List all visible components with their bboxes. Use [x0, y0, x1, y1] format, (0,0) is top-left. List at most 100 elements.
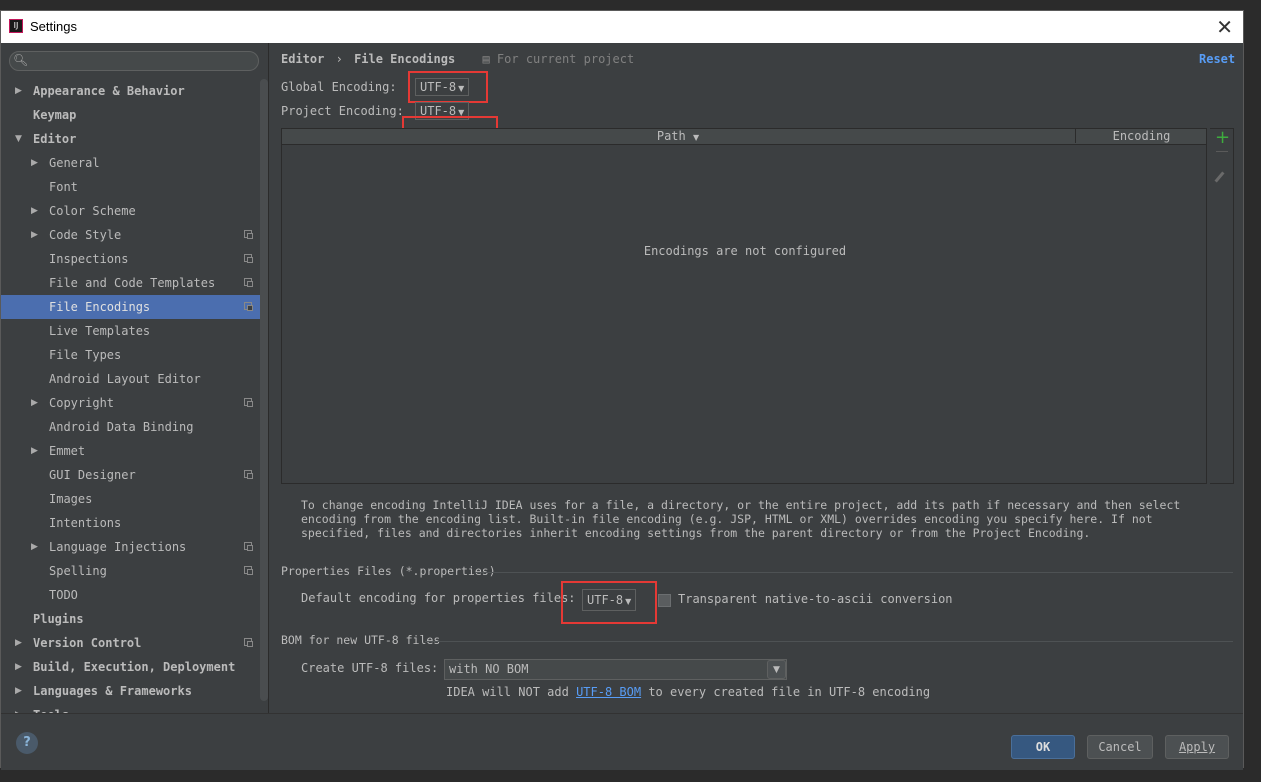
- sidebar-item-label: Inspections: [49, 252, 129, 266]
- sidebar-item-inspections[interactable]: Inspections: [1, 247, 268, 271]
- global-encoding-value: UTF-8: [420, 80, 457, 94]
- utf8-bom-link[interactable]: UTF-8 BOM: [576, 685, 641, 699]
- table-empty-text: Encodings are not configured: [643, 244, 847, 258]
- reset-link[interactable]: Reset: [1199, 52, 1235, 66]
- sidebar-item-build-execution-deployment[interactable]: ▶ Build, Execution, Deployment: [1, 655, 268, 679]
- expand-right-icon[interactable]: ▶: [31, 151, 38, 175]
- breadcrumb: Editor › File Encodings ▤ For current pr…: [281, 52, 634, 66]
- sidebar-item-label: Intentions: [49, 516, 122, 530]
- sidebar-item-label: General: [49, 156, 100, 170]
- sidebar-item-label: Spelling: [49, 564, 107, 578]
- add-icon[interactable]: +: [1215, 127, 1230, 148]
- sidebar-item-version-control[interactable]: ▶ Version Control: [1, 631, 268, 655]
- bom-section-title: BOM for new UTF-8 files: [281, 633, 441, 647]
- bom-note-text: to every created file in UTF-8 encoding: [648, 685, 931, 699]
- encoding-column-header[interactable]: Encoding: [1075, 129, 1207, 143]
- sidebar-item-android-data-binding[interactable]: Android Data Binding: [1, 415, 268, 439]
- properties-encoding-value: UTF-8: [587, 593, 624, 607]
- chevron-down-icon: ▼: [458, 108, 465, 117]
- sidebar-item-live-templates[interactable]: Live Templates: [1, 319, 268, 343]
- project-scope-icon: [244, 566, 253, 575]
- path-column-label: Path: [656, 129, 686, 143]
- sidebar-item-plugins[interactable]: Plugins: [1, 607, 268, 631]
- help-text: To change encoding IntelliJ IDEA uses fo…: [301, 498, 1181, 540]
- window-title: Settings: [30, 19, 77, 34]
- sidebar-item-copyright[interactable]: ▶ Copyright: [1, 391, 268, 415]
- sidebar-item-tools[interactable]: ▶ Tools: [1, 703, 268, 713]
- project-encoding-select[interactable]: UTF-8 ▼: [415, 102, 470, 120]
- sidebar-item-file-and-code-templates[interactable]: File and Code Templates: [1, 271, 268, 295]
- expand-right-icon[interactable]: ▶: [15, 631, 22, 655]
- sidebar-item-label: Editor: [33, 132, 77, 146]
- properties-default-label: Default encoding for properties files:: [301, 591, 576, 605]
- encodings-table: Path ▼ Encoding Encodings are not config…: [281, 128, 1207, 484]
- sidebar-item-font[interactable]: Font: [1, 175, 268, 199]
- sidebar-item-android-layout-editor[interactable]: Android Layout Editor: [1, 367, 268, 391]
- sidebar-scrollbar[interactable]: [260, 79, 268, 701]
- sidebar-item-emmet[interactable]: ▶ Emmet: [1, 439, 268, 463]
- project-scope-icon: [244, 638, 253, 647]
- sidebar-item-general[interactable]: ▶ General: [1, 151, 268, 175]
- global-encoding-select[interactable]: UTF-8 ▼: [415, 78, 470, 96]
- expand-right-icon[interactable]: ▶: [31, 535, 38, 559]
- sidebar-item-code-style[interactable]: ▶ Code Style: [1, 223, 268, 247]
- search-input[interactable]: 🔍︎: [9, 51, 259, 71]
- path-column-header[interactable]: Path ▼: [282, 129, 1074, 145]
- native-to-ascii-checkbox[interactable]: [658, 594, 671, 607]
- cancel-button[interactable]: Cancel: [1087, 735, 1153, 759]
- expand-right-icon[interactable]: ▶: [31, 439, 38, 463]
- sidebar-item-spelling[interactable]: Spelling: [1, 559, 268, 583]
- chevron-down-icon[interactable]: ▼: [767, 660, 786, 679]
- close-icon[interactable]: ✕: [1216, 15, 1233, 39]
- sidebar-item-label: Live Templates: [49, 324, 151, 338]
- bom-select[interactable]: with NO BOM ▼: [444, 659, 787, 680]
- sidebar-item-languages-frameworks[interactable]: ▶ Languages & Frameworks: [1, 679, 268, 703]
- sidebar-item-todo[interactable]: TODO: [1, 583, 268, 607]
- sidebar-item-language-injections[interactable]: ▶ Language Injections: [1, 535, 268, 559]
- native-to-ascii-label: Transparent native-to-ascii conversion: [678, 592, 953, 606]
- settings-dialog: IJ Settings ✕ 🔍︎ ▶ Appearance & Behavior K…: [0, 10, 1244, 770]
- sidebar-item-label: TODO: [49, 588, 78, 602]
- section-divider: [425, 641, 1233, 642]
- sidebar-item-label: Images: [49, 492, 93, 506]
- sidebar-item-keymap[interactable]: Keymap: [1, 103, 268, 127]
- sidebar-item-editor[interactable]: ▼ Editor: [1, 127, 268, 151]
- create-files-label: Create UTF-8 files:: [301, 661, 439, 675]
- ok-button[interactable]: OK: [1011, 735, 1075, 759]
- expand-right-icon[interactable]: ▶: [15, 79, 22, 103]
- sidebar-item-appearance-behavior[interactable]: ▶ Appearance & Behavior: [1, 79, 268, 103]
- sidebar-item-label: Android Layout Editor: [49, 372, 201, 386]
- apply-button[interactable]: Apply: [1165, 735, 1229, 759]
- expand-down-icon[interactable]: ▼: [15, 127, 22, 151]
- expand-right-icon[interactable]: ▶: [15, 703, 22, 713]
- sidebar-item-label: Appearance & Behavior: [33, 84, 185, 98]
- sidebar-item-gui-designer[interactable]: GUI Designer: [1, 463, 268, 487]
- project-scope-icon: [244, 302, 253, 311]
- sidebar-item-label: File Encodings: [49, 300, 151, 314]
- file-encodings-panel: Editor › File Encodings ▤ For current pr…: [270, 43, 1244, 713]
- sidebar-item-label: Tools: [33, 703, 69, 713]
- sidebar-item-intentions[interactable]: Intentions: [1, 511, 268, 535]
- expand-right-icon[interactable]: ▶: [15, 679, 22, 703]
- sidebar-item-file-encodings[interactable]: File Encodings: [1, 295, 268, 319]
- expand-right-icon[interactable]: ▶: [31, 223, 38, 247]
- edit-icon[interactable]: [1214, 171, 1225, 183]
- expand-right-icon[interactable]: ▶: [31, 391, 38, 415]
- help-icon[interactable]: ?: [16, 732, 38, 754]
- properties-section-title: Properties Files (*.properties): [281, 564, 496, 578]
- breadcrumb-parent: Editor: [281, 52, 325, 66]
- sidebar-item-images[interactable]: Images: [1, 487, 268, 511]
- sidebar-item-label: Build, Execution, Deployment: [33, 660, 236, 674]
- sidebar-item-label: Emmet: [49, 444, 86, 458]
- sidebar-item-label: Keymap: [33, 108, 77, 122]
- expand-right-icon[interactable]: ▶: [15, 655, 22, 679]
- sidebar-item-label: Plugins: [33, 612, 84, 626]
- sidebar-item-file-types[interactable]: File Types: [1, 343, 268, 367]
- sidebar-item-label: Android Data Binding: [49, 420, 194, 434]
- properties-encoding-select[interactable]: UTF-8 ▼: [582, 589, 637, 611]
- remove-icon[interactable]: [1216, 151, 1228, 152]
- sidebar-item-color-scheme[interactable]: ▶ Color Scheme: [1, 199, 268, 223]
- expand-right-icon[interactable]: ▶: [31, 199, 38, 223]
- sidebar-item-label: Color Scheme: [49, 204, 136, 218]
- dialog-footer: ? OK Cancel Apply: [1, 713, 1243, 770]
